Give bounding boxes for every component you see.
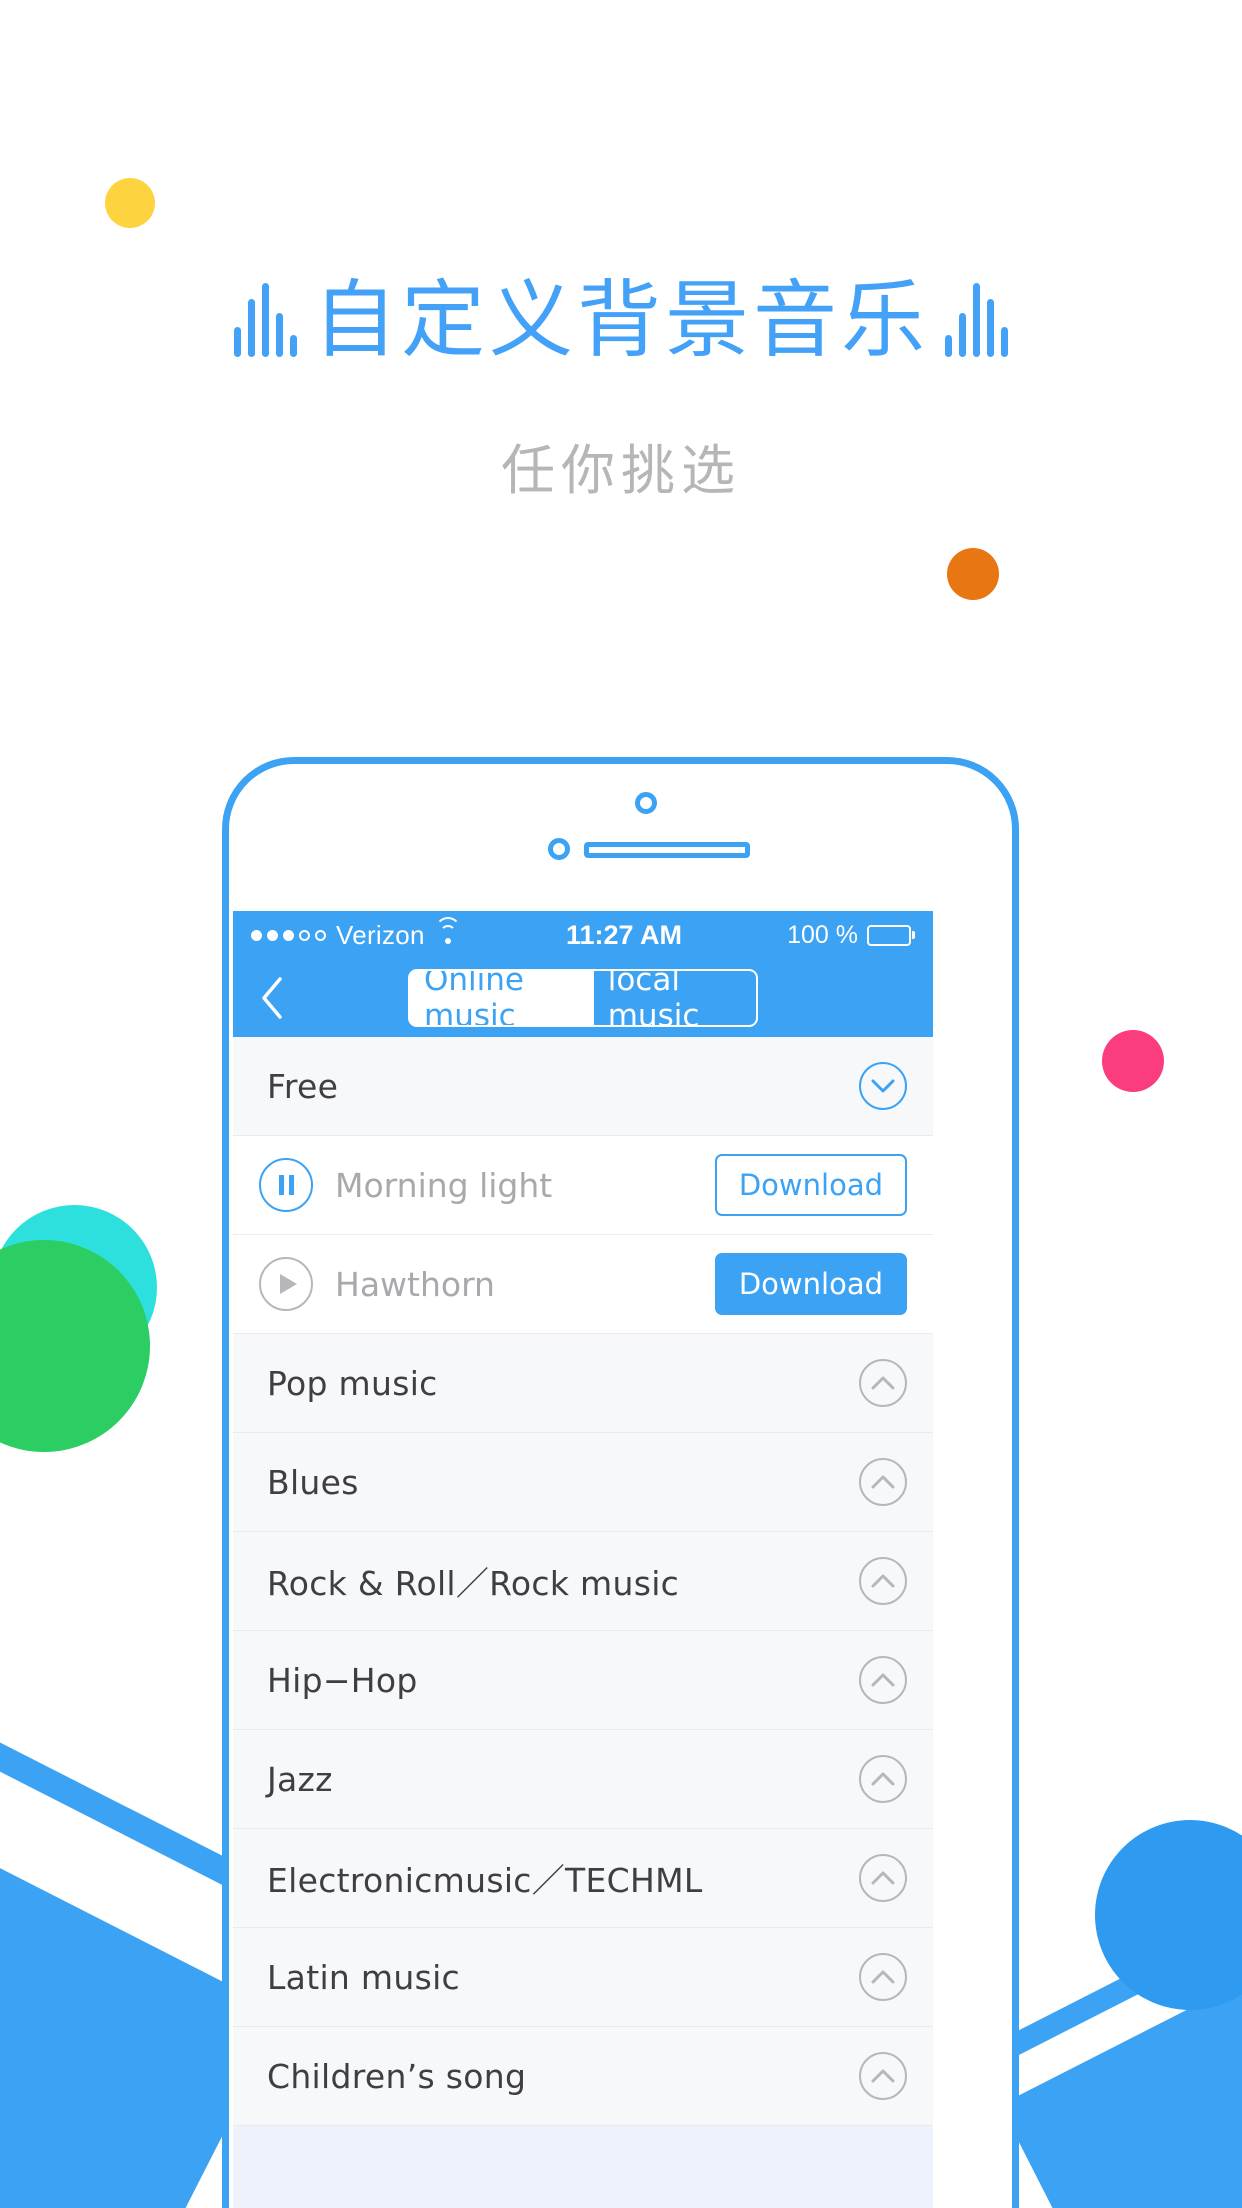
- promo-page: 自定义背景音乐 任你挑选 Verizon 11:27 AM 100 % Onli…: [0, 0, 1242, 2208]
- genre-label: Blues: [267, 1462, 359, 1502]
- genre-row-blues[interactable]: Blues: [233, 1433, 933, 1532]
- status-bar-right: 100 %: [787, 921, 915, 950]
- equalizer-bars-left-icon: [233, 283, 297, 357]
- genre-label: Electronicmusic／TECHML: [267, 1861, 703, 1900]
- download-button[interactable]: Download: [714, 1253, 907, 1315]
- wifi-icon: [434, 917, 461, 945]
- genre-row-rock[interactable]: Rock & Roll／Rock music: [233, 1532, 933, 1631]
- status-bar-left: Verizon: [251, 917, 461, 951]
- genre-row-childrens-song[interactable]: Children’s song: [233, 2027, 933, 2126]
- decor-dot-orange: [947, 548, 999, 600]
- promo-subtitle: 任你挑选: [501, 439, 741, 502]
- decor-dot-pink: [1102, 1030, 1164, 1092]
- tab-online-music[interactable]: Online music: [410, 971, 594, 1025]
- chevron-up-icon[interactable]: [859, 1656, 907, 1704]
- chevron-up-icon[interactable]: [859, 2052, 907, 2100]
- equalizer-bars-right-icon: [945, 283, 1008, 357]
- chevron-down-icon[interactable]: [859, 1062, 907, 1110]
- music-list: Free Morning light Download Hawthorn Dow…: [233, 1037, 933, 2208]
- battery-full-icon: [867, 924, 915, 946]
- phone-earpiece-area: [229, 764, 1012, 911]
- play-icon[interactable]: [259, 1257, 313, 1311]
- chevron-up-icon[interactable]: [859, 1458, 907, 1506]
- pause-icon[interactable]: [259, 1158, 313, 1212]
- carrier-label: Verizon: [336, 919, 425, 950]
- battery-percent-label: 100 %: [787, 920, 858, 949]
- chevron-up-icon[interactable]: [859, 1854, 907, 1902]
- genre-row-jazz[interactable]: Jazz: [233, 1730, 933, 1829]
- promo-headline: 自定义背景音乐: [0, 278, 1242, 362]
- song-row[interactable]: Hawthorn Download: [233, 1235, 933, 1334]
- chevron-up-icon[interactable]: [859, 1359, 907, 1407]
- nav-bar: Online music local music: [233, 959, 933, 1037]
- proximity-sensor-icon: [547, 838, 570, 860]
- chevron-left-icon: [262, 977, 282, 1019]
- genre-label: Children’s song: [267, 2056, 527, 2096]
- list-footer-spacer: [233, 2126, 933, 2208]
- genre-label: Jazz: [267, 1759, 333, 1799]
- genre-row-pop-music[interactable]: Pop music: [233, 1334, 933, 1433]
- decor-dot-yellow: [105, 178, 155, 228]
- genre-label: Hip−Hop: [267, 1660, 418, 1700]
- genre-label: Latin music: [267, 1957, 460, 1997]
- song-row[interactable]: Morning light Download: [233, 1136, 933, 1235]
- status-bar-clock: 11:27 AM: [565, 919, 682, 950]
- section-header-free[interactable]: Free: [233, 1037, 933, 1136]
- chevron-up-icon[interactable]: [859, 1953, 907, 2001]
- signal-strength-icon: [251, 929, 326, 941]
- genre-label: Rock & Roll／Rock music: [267, 1564, 680, 1603]
- phone-mockup: Verizon 11:27 AM 100 % Online music loca…: [222, 757, 1019, 2208]
- source-segmented-control[interactable]: Online music local music: [408, 969, 758, 1027]
- download-button[interactable]: Download: [714, 1154, 907, 1216]
- status-bar: Verizon 11:27 AM 100 %: [233, 911, 933, 959]
- chevron-up-icon[interactable]: [859, 1755, 907, 1803]
- song-title: Morning light: [335, 1165, 553, 1205]
- earpiece-speaker-icon: [583, 842, 750, 858]
- section-header-label: Free: [267, 1066, 339, 1106]
- genre-row-latin[interactable]: Latin music: [233, 1928, 933, 2027]
- back-button[interactable]: [233, 976, 311, 1020]
- tab-local-music[interactable]: local music: [593, 971, 756, 1025]
- headline-text: 自定义背景音乐: [312, 271, 929, 369]
- genre-label: Pop music: [267, 1363, 438, 1403]
- song-title: Hawthorn: [335, 1264, 495, 1304]
- phone-screen: Verizon 11:27 AM 100 % Online music loca…: [233, 911, 933, 2208]
- genre-row-electronic[interactable]: Electronicmusic／TECHML: [233, 1829, 933, 1928]
- front-camera-icon: [634, 792, 657, 814]
- chevron-up-icon[interactable]: [859, 1557, 907, 1605]
- genre-row-hip-hop[interactable]: Hip−Hop: [233, 1631, 933, 1730]
